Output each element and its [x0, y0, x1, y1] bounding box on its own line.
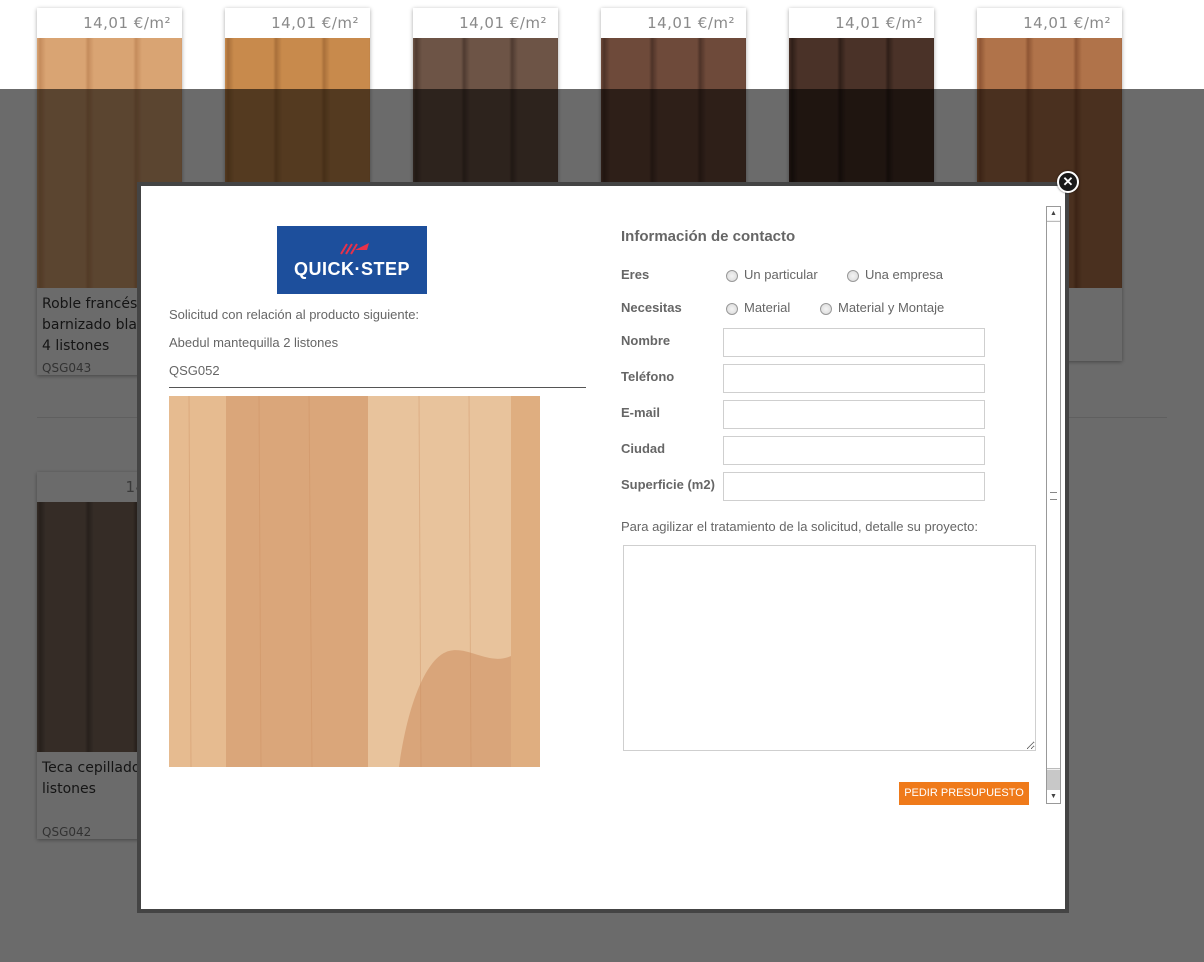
scrollbar-thumb[interactable] — [1047, 221, 1060, 769]
radio-empresa-label: Una empresa — [865, 267, 944, 282]
scrollbar-track[interactable] — [1047, 770, 1060, 790]
radio-material-label: Material — [744, 300, 791, 315]
contact-title: Información de contacto — [621, 228, 796, 245]
product-code: QSG052 — [169, 363, 220, 378]
scroll-up-icon[interactable]: ▲ — [1047, 207, 1060, 220]
logo-text: QUICK·STEP — [293, 259, 410, 279]
email-field[interactable] — [723, 400, 985, 429]
divider — [169, 387, 586, 388]
product-image — [169, 396, 540, 767]
product-name: Abedul mantequilla 2 listones — [169, 335, 339, 350]
product-price: 14,01 €/m² — [647, 14, 735, 32]
superficie-field[interactable] — [723, 472, 985, 501]
radio-particular-label: Un particular — [744, 267, 818, 282]
project-label: Para agilizar el tratamiento de la solic… — [621, 519, 978, 534]
radio-material[interactable] — [726, 303, 738, 315]
close-icon[interactable]: ✕ — [1057, 171, 1079, 193]
radio-material-montaje-label: Material y Montaje — [838, 300, 945, 315]
radio-particular[interactable] — [726, 270, 738, 282]
radio-material-montaje[interactable] — [820, 303, 832, 315]
email-label: E-mail — [621, 405, 661, 420]
product-price: 14,01 €/m² — [1023, 14, 1111, 32]
project-textarea[interactable] — [623, 545, 1036, 751]
necesitas-label: Necesitas — [621, 300, 682, 315]
product-price: 14,01 €/m² — [83, 14, 171, 32]
nombre-field[interactable] — [723, 328, 985, 357]
product-price: 14,01 €/m² — [835, 14, 923, 32]
request-intro: Solicitud con relación al producto sigui… — [169, 307, 420, 322]
modal-scrollbar[interactable]: ▲ ▼ — [1046, 206, 1061, 804]
product-price: 14,01 €/m² — [271, 14, 359, 32]
ciudad-field[interactable] — [723, 436, 985, 465]
submit-quote-button[interactable]: PEDIR PRESUPUESTO — [899, 782, 1029, 805]
radio-empresa[interactable] — [847, 270, 859, 282]
product-price: 14,01 €/m² — [459, 14, 547, 32]
scroll-down-icon[interactable]: ▼ — [1047, 790, 1060, 803]
nombre-label: Nombre — [621, 333, 671, 348]
telefono-field[interactable] — [723, 364, 985, 393]
quick-step-logo: QUICK·STEP — [277, 226, 427, 294]
telefono-label: Teléfono — [621, 369, 675, 384]
grip-icon — [1050, 492, 1057, 500]
eres-label: Eres — [621, 267, 650, 282]
ciudad-label: Ciudad — [621, 441, 666, 456]
superficie-label: Superficie (m2) — [621, 477, 715, 492]
